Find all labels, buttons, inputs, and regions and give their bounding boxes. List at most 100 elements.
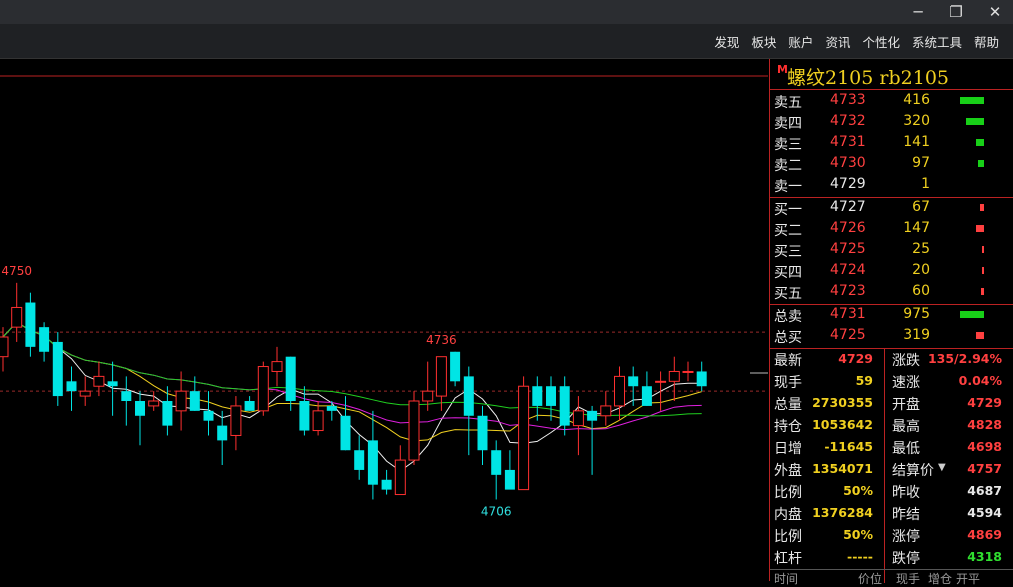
stat-right-row-7: 昨结 4594 bbox=[770, 503, 1013, 525]
candle-body bbox=[271, 361, 283, 372]
candle-body bbox=[326, 405, 337, 411]
main-menu: 发现 板块 账户 资讯 个性化 系统工具 帮助 bbox=[714, 24, 999, 58]
ma5-line bbox=[2, 321, 702, 472]
candle-body bbox=[477, 415, 488, 451]
minimize-icon[interactable]: ─ bbox=[898, 0, 938, 24]
row-label: 总卖 bbox=[774, 309, 802, 325]
price-annotation-0: 4750 bbox=[1, 264, 32, 278]
candle-body bbox=[546, 386, 556, 406]
row-volume: 60 bbox=[912, 283, 930, 299]
stat-label: 结算价 bbox=[892, 463, 934, 479]
bid-row-3[interactable]: 买三 4725 25 bbox=[770, 240, 1013, 261]
stat-right-row-4: 最低 4698 bbox=[770, 437, 1013, 459]
bid-row-4[interactable]: 买四 4724 20 bbox=[770, 261, 1013, 282]
row-volume: 975 bbox=[903, 306, 930, 322]
stat-label: 涨跌 bbox=[892, 353, 920, 369]
ask-row-4[interactable]: 卖四 4732 320 bbox=[770, 112, 1013, 133]
candle-body bbox=[203, 410, 214, 421]
candle-body bbox=[52, 341, 63, 397]
row-label: 卖二 bbox=[774, 158, 802, 174]
menu-item-1[interactable]: 板块 bbox=[751, 32, 776, 51]
menu-item-3[interactable]: 资讯 bbox=[825, 32, 850, 51]
row-volume: 319 bbox=[903, 327, 930, 343]
candle-body bbox=[381, 479, 392, 490]
row-label: 卖四 bbox=[774, 116, 802, 132]
ask-row-2[interactable]: 卖二 4730 97 bbox=[770, 154, 1013, 175]
volume-bar bbox=[976, 225, 984, 232]
stat-right-row-6: 昨收 4687 bbox=[770, 481, 1013, 503]
row-volume: 20 bbox=[912, 262, 930, 278]
stat-label: 最低 bbox=[892, 441, 920, 457]
close-icon[interactable]: ✕ bbox=[975, 0, 1013, 24]
candle-body bbox=[614, 375, 625, 407]
candle-body bbox=[0, 336, 9, 358]
menu-bar: 发现 板块 账户 资讯 个性化 系统工具 帮助 bbox=[0, 24, 1013, 59]
row-price: 4733 bbox=[830, 92, 866, 108]
volume-bar bbox=[966, 118, 984, 125]
stat-right-row-0: 涨跌 135/2.94% bbox=[770, 349, 1013, 371]
ask-row-5[interactable]: 卖五 4733 416 bbox=[770, 91, 1013, 112]
stat-value: 0.04% bbox=[958, 373, 1002, 388]
row-price: 4731 bbox=[830, 134, 866, 150]
bid-row-5[interactable]: 买五 4723 60 bbox=[770, 282, 1013, 303]
row-price: 4729 bbox=[830, 176, 866, 192]
bid-row-2[interactable]: 买二 4726 147 bbox=[770, 219, 1013, 240]
row-volume: 67 bbox=[912, 199, 930, 215]
volume-bar bbox=[980, 204, 984, 211]
candle-body bbox=[367, 440, 378, 485]
candle-body bbox=[39, 327, 50, 352]
candle-body bbox=[696, 371, 707, 387]
ask-row-1[interactable]: 卖一 4729 1 bbox=[770, 175, 1013, 196]
candle-body bbox=[394, 459, 406, 496]
tick-header-1: 价位 bbox=[858, 572, 883, 586]
candle-body bbox=[257, 366, 269, 412]
menu-item-0[interactable]: 发现 bbox=[714, 32, 739, 51]
row-price: 4725 bbox=[830, 327, 866, 343]
candle-body bbox=[312, 410, 324, 432]
stat-right-row-5: 结算价 ▼ 4757 bbox=[770, 459, 1013, 481]
tick-header-3: 增仓 bbox=[928, 572, 953, 586]
row-price: 4723 bbox=[830, 283, 866, 299]
menu-item-6[interactable]: 帮助 bbox=[974, 32, 999, 51]
tick-header-2: 现手 bbox=[896, 572, 921, 586]
stat-right-row-3: 最高 4828 bbox=[770, 415, 1013, 437]
candle-body bbox=[628, 376, 639, 387]
candle-body bbox=[587, 410, 598, 421]
total-row-1[interactable]: 总买 4725 319 bbox=[770, 326, 1013, 347]
price-annotation-1: 4736 bbox=[426, 333, 457, 347]
candlestick-chart[interactable]: 4750 4736 4706 bbox=[0, 59, 768, 581]
candle-body bbox=[244, 401, 255, 411]
candle-body bbox=[162, 401, 173, 426]
row-price: 4731 bbox=[830, 306, 866, 322]
ask-row-3[interactable]: 卖三 4731 141 bbox=[770, 133, 1013, 154]
instrument-title[interactable]: 螺纹2105 rb2105 bbox=[787, 63, 949, 90]
stat-value: 4698 bbox=[967, 439, 1002, 454]
menu-item-4[interactable]: 个性化 bbox=[862, 32, 900, 51]
candle-body bbox=[532, 386, 543, 406]
candle-body bbox=[340, 415, 351, 451]
stat-label: 昨结 bbox=[892, 507, 920, 523]
row-price: 4726 bbox=[830, 220, 866, 236]
total-row-0[interactable]: 总卖 4731 975 bbox=[770, 305, 1013, 326]
quote-panel: M 螺纹2105 rb2105 卖五 4733 416 卖四 4732 320 卖三 4731… bbox=[769, 59, 1013, 586]
candle-body bbox=[93, 375, 105, 387]
candle-body bbox=[121, 391, 132, 401]
tick-header-4: 开平 bbox=[956, 572, 981, 586]
bid-row-1[interactable]: 买一 4727 67 bbox=[770, 198, 1013, 219]
candle-body bbox=[107, 381, 118, 387]
candle-body bbox=[600, 405, 612, 417]
menu-item-5[interactable]: 系统工具 bbox=[912, 32, 962, 51]
volume-bar bbox=[960, 311, 984, 318]
stat-right-row-9: 跌停 4318 bbox=[770, 547, 1013, 569]
candle-body bbox=[408, 400, 420, 461]
volume-bar bbox=[976, 332, 984, 339]
stat-label: 最高 bbox=[892, 419, 920, 435]
chevron-down-icon[interactable]: ▼ bbox=[938, 462, 946, 473]
candle-body bbox=[230, 405, 242, 436]
row-label: 总买 bbox=[774, 330, 802, 346]
restore-icon[interactable]: ❐ bbox=[936, 0, 976, 24]
candle-body bbox=[148, 400, 160, 407]
candle-body bbox=[668, 370, 680, 382]
menu-item-2[interactable]: 账户 bbox=[788, 32, 813, 51]
row-price: 4730 bbox=[830, 155, 866, 171]
